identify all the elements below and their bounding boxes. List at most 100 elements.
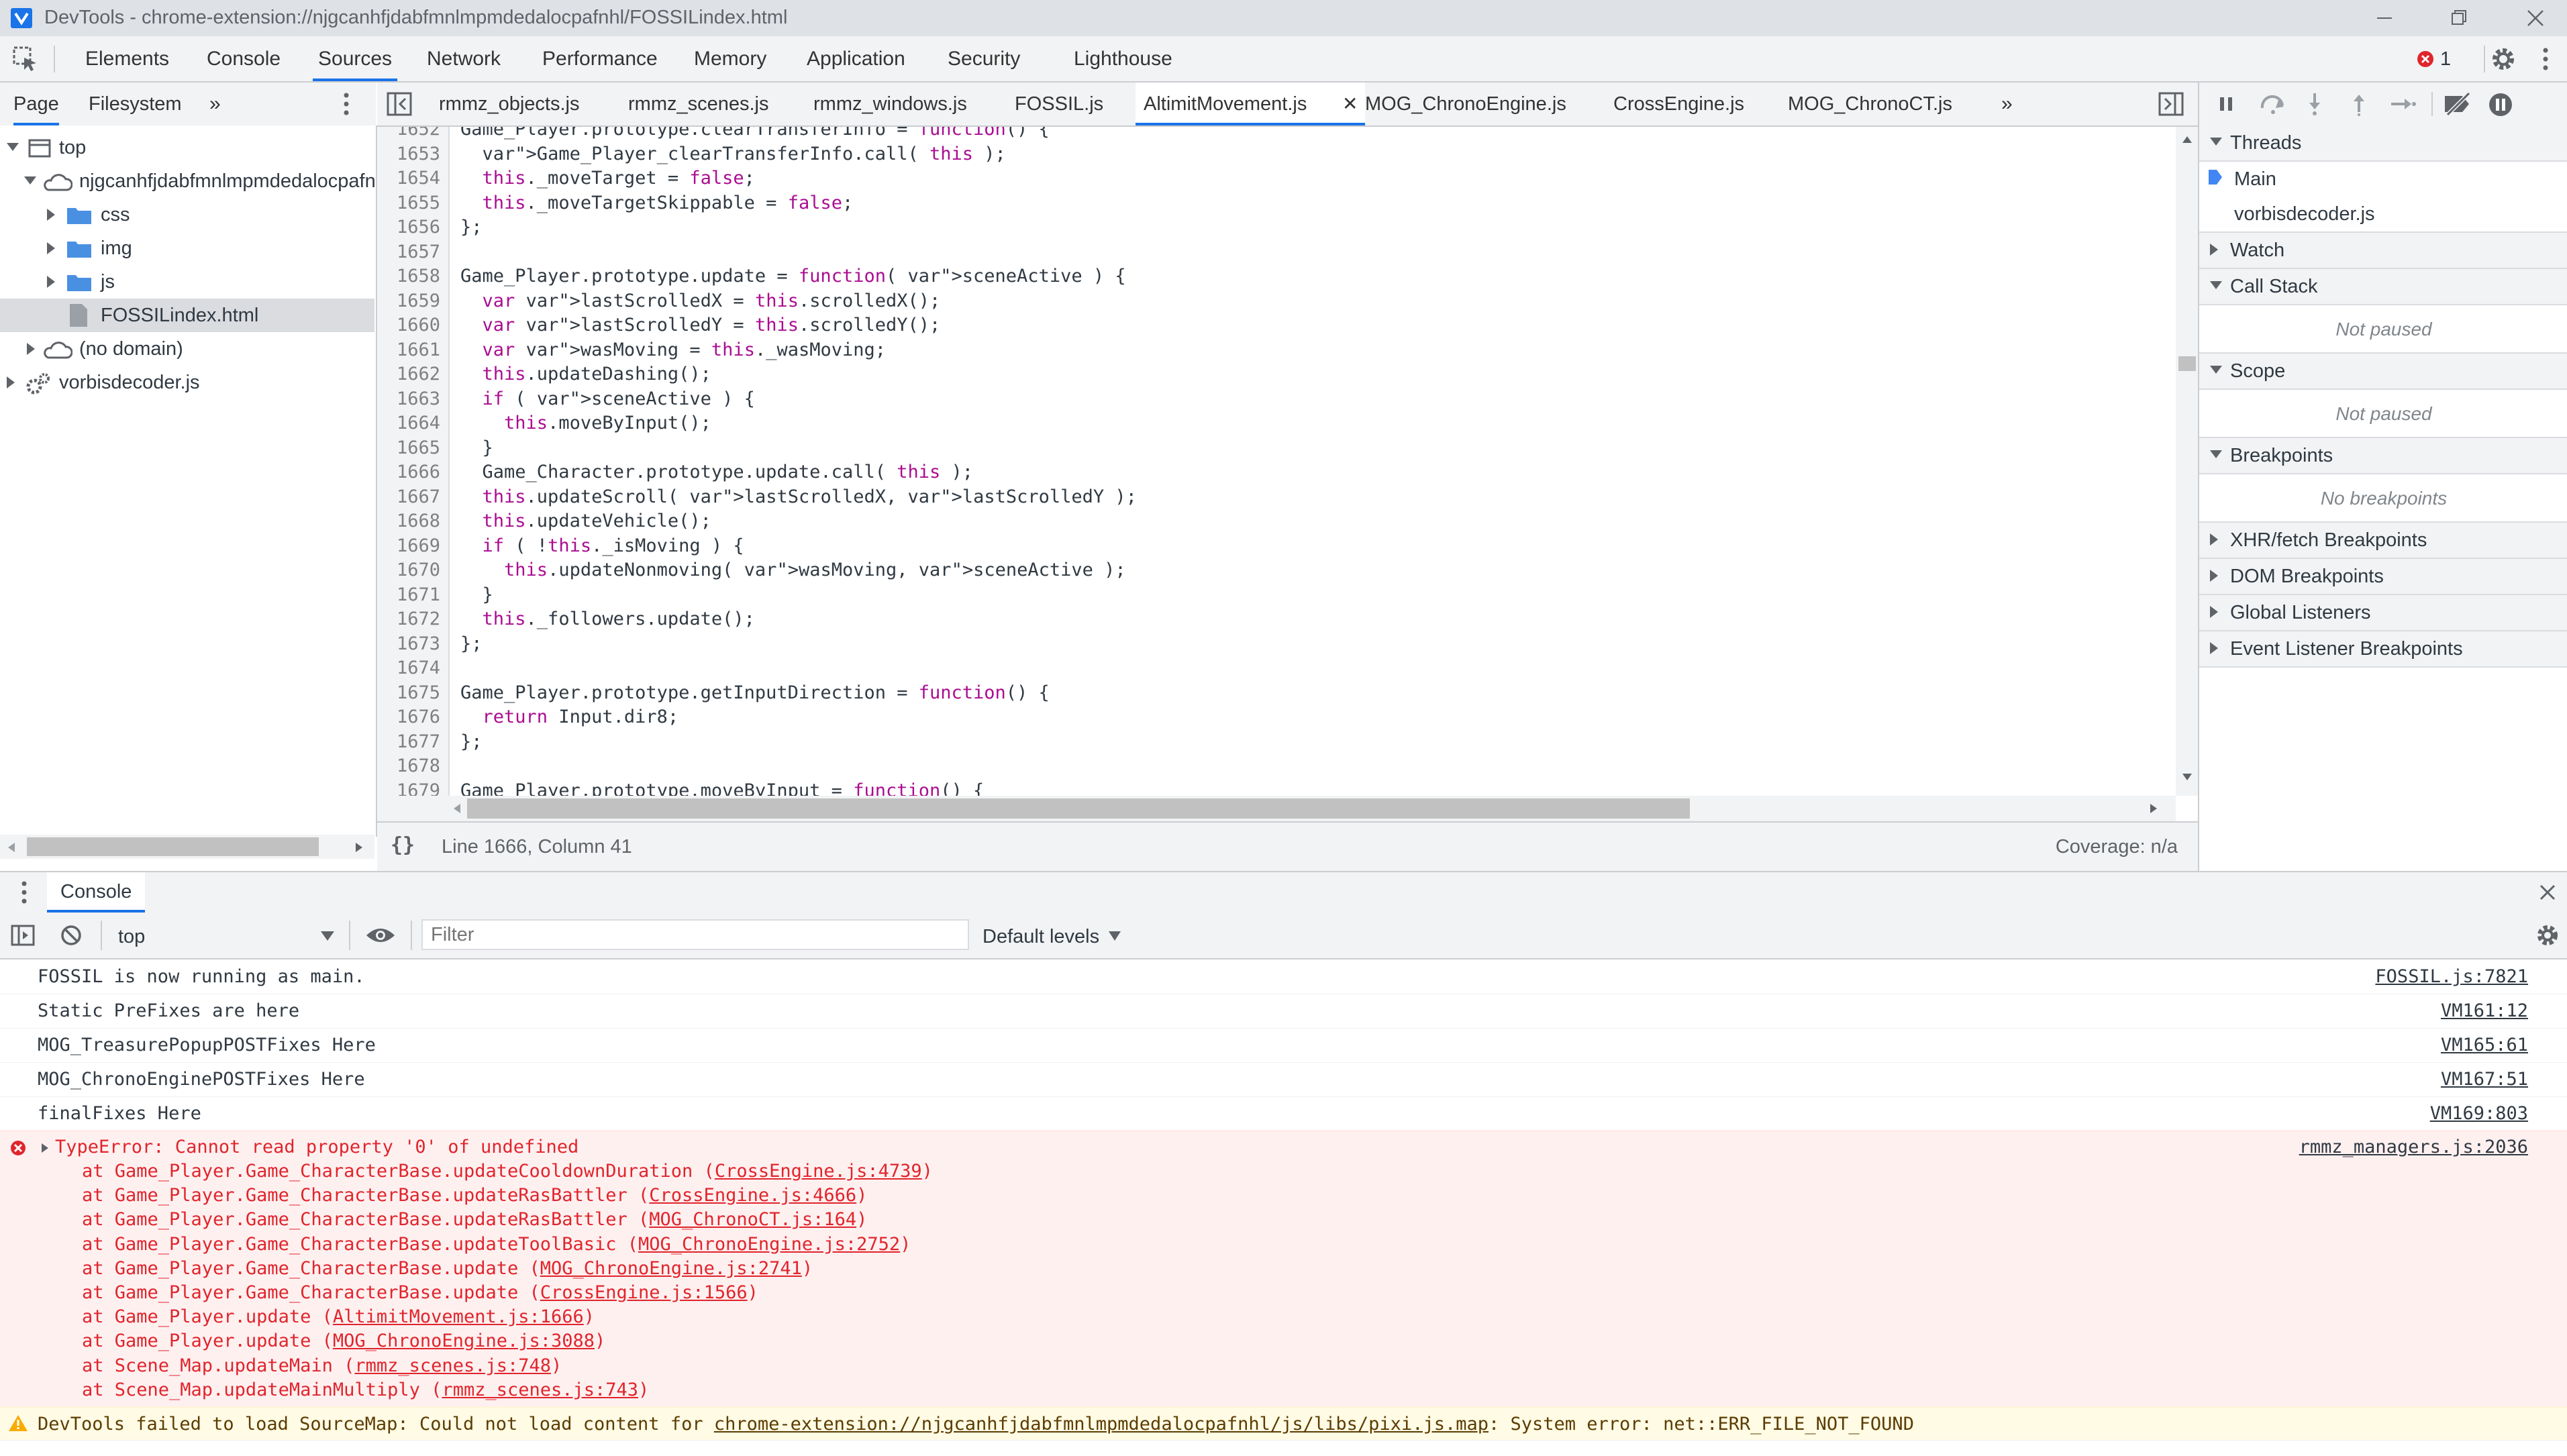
toggle-debugger-icon[interactable] — [2158, 92, 2184, 116]
stack-frame-link[interactable]: CrossEngine.js:4666 — [649, 1185, 856, 1206]
tab-page[interactable]: Page — [13, 83, 59, 125]
section-global-listeners[interactable]: Global Listeners — [2199, 595, 2567, 631]
line-number[interactable]: 1667 — [397, 486, 440, 507]
line-number[interactable]: 1673 — [397, 633, 440, 654]
sourcemap-link[interactable]: chrome-extension://njgcanhfjdabfmnlmpmde… — [714, 1414, 1489, 1435]
line-number[interactable]: 1670 — [397, 560, 440, 580]
section-dom-breakpoints[interactable]: DOM Breakpoints — [2199, 559, 2567, 595]
line-number[interactable]: 1654 — [397, 168, 440, 189]
console-source-link[interactable]: VM167:51 — [2441, 1069, 2528, 1090]
expand-triangle-icon[interactable] — [40, 1142, 50, 1154]
tree-item-origin[interactable]: njgcanhfjdabfmnlmpmdedalocpafnhl — [0, 164, 374, 198]
tab-application[interactable]: Application — [807, 36, 905, 81]
restore-icon[interactable] — [2443, 4, 2474, 32]
editor-tab-rmmz-scenes[interactable]: rmmz_scenes.js — [628, 83, 769, 125]
more-tabs-chevron-icon[interactable]: » — [209, 83, 221, 125]
pretty-print-icon[interactable]: {} — [391, 833, 415, 857]
tree-item-worker[interactable]: vorbisdecoder.js — [0, 366, 374, 399]
line-number[interactable]: 1661 — [397, 340, 440, 360]
stack-frame-link[interactable]: rmmz_scenes.js:748 — [354, 1355, 551, 1376]
tree-item-top[interactable]: top — [0, 131, 374, 164]
minimize-icon[interactable] — [2369, 4, 2400, 32]
pause-icon[interactable] — [2217, 95, 2235, 113]
tab-lighthouse[interactable]: Lighthouse — [1074, 36, 1172, 81]
line-number[interactable]: 1678 — [397, 756, 440, 776]
line-number[interactable]: 1671 — [397, 584, 440, 605]
step-icon[interactable] — [2390, 95, 2417, 113]
line-number[interactable]: 1652 — [397, 127, 440, 140]
console-source-link[interactable]: VM165:61 — [2441, 1035, 2528, 1055]
editor-tab-rmmz-objects[interactable]: rmmz_objects.js — [439, 83, 580, 125]
thread-main[interactable]: Main — [2199, 162, 2567, 197]
stack-frame-link[interactable]: MOG_ChronoEngine.js:2741 — [540, 1258, 802, 1279]
line-number[interactable]: 1676 — [397, 707, 440, 727]
sidebar-toggle-icon[interactable] — [11, 925, 35, 946]
toggle-navigator-icon[interactable] — [387, 92, 412, 116]
inspect-element-icon[interactable] — [12, 46, 39, 72]
console-settings-gear-icon[interactable] — [2534, 922, 2561, 949]
line-number[interactable]: 1656 — [397, 217, 440, 238]
section-threads[interactable]: Threads — [2199, 125, 2567, 162]
tab-memory[interactable]: Memory — [694, 36, 766, 81]
console-source-link[interactable]: VM169:803 — [2430, 1103, 2528, 1124]
line-number[interactable]: 1653 — [397, 144, 440, 164]
line-number[interactable]: 1655 — [397, 193, 440, 213]
editor-hscroll[interactable] — [377, 796, 2176, 821]
tree-folder-img[interactable]: img — [0, 231, 374, 265]
editor-vscroll[interactable] — [2176, 127, 2198, 796]
section-event-listener-breakpoints[interactable]: Event Listener Breakpoints — [2199, 631, 2567, 668]
editor-tab-altimit-movement[interactable]: AltimitMovement.js ✕ — [1136, 83, 1365, 125]
line-number[interactable]: 1677 — [397, 731, 440, 752]
stack-frame-link[interactable]: CrossEngine.js:1566 — [540, 1282, 748, 1303]
section-breakpoints[interactable]: Breakpoints — [2199, 438, 2567, 474]
drawer-tab-console[interactable]: Console — [47, 872, 146, 913]
pause-on-exceptions-icon[interactable] — [2488, 92, 2513, 117]
step-over-icon[interactable] — [2258, 93, 2288, 115]
close-tab-icon[interactable]: ✕ — [1342, 83, 1358, 125]
line-number[interactable]: 1675 — [397, 682, 440, 703]
stack-frame-link[interactable]: AltimitMovement.js:1666 — [333, 1306, 584, 1327]
line-number[interactable]: 1665 — [397, 437, 440, 458]
deactivate-breakpoints-icon[interactable] — [2442, 92, 2473, 116]
tree-folder-css[interactable]: css — [0, 198, 374, 231]
line-number[interactable]: 1658 — [397, 266, 440, 287]
navigator-menu-icon[interactable] — [341, 92, 352, 116]
code-editor[interactable]: 1652 1653 1654 1655 1656 1657 1658 1659 1660 1661… — [377, 127, 2198, 821]
line-number[interactable]: 1663 — [397, 388, 440, 409]
stack-frame-link[interactable]: rmmz_scenes.js:743 — [442, 1380, 638, 1400]
editor-tab-rmmz-windows[interactable]: rmmz_windows.js — [813, 83, 967, 125]
tree-item-no-domain[interactable]: (no domain) — [0, 332, 374, 366]
close-window-icon[interactable] — [2520, 4, 2551, 32]
tab-performance[interactable]: Performance — [542, 36, 658, 81]
tab-filesystem[interactable]: Filesystem — [89, 83, 182, 125]
tab-elements[interactable]: Elements — [85, 36, 169, 81]
section-call-stack[interactable]: Call Stack — [2199, 269, 2567, 305]
tree-file-index[interactable]: FOSSILindex.html — [0, 299, 374, 332]
section-watch[interactable]: Watch — [2199, 233, 2567, 269]
stack-frame-link[interactable]: CrossEngine.js:4739 — [715, 1161, 922, 1182]
section-scope[interactable]: Scope — [2199, 354, 2567, 390]
console-source-link[interactable]: VM161:12 — [2441, 1000, 2528, 1021]
clear-console-icon[interactable] — [60, 925, 82, 946]
tab-network[interactable]: Network — [427, 36, 501, 81]
live-expression-eye-icon[interactable] — [365, 926, 396, 945]
line-number[interactable]: 1672 — [397, 609, 440, 629]
stack-frame-link[interactable]: MOG_ChronoEngine.js:3088 — [333, 1331, 595, 1351]
editor-tab-crossengine[interactable]: CrossEngine.js — [1613, 83, 1744, 125]
tab-sources[interactable]: Sources — [312, 36, 398, 81]
line-number[interactable]: 1659 — [397, 291, 440, 311]
editor-tab-mog-chronoengine[interactable]: MOG_ChronoEngine.js — [1365, 83, 1566, 125]
error-counter[interactable]: 1 — [2416, 47, 2451, 71]
console-filter-input[interactable] — [421, 919, 969, 950]
line-number[interactable]: 1657 — [397, 242, 440, 262]
navigator-hscroll[interactable] — [0, 835, 374, 859]
console-source-link[interactable]: FOSSIL.js:7821 — [2375, 966, 2528, 987]
console-source-link[interactable]: rmmz_managers.js:2036 — [2299, 1137, 2528, 1157]
line-number[interactable]: 1674 — [397, 658, 440, 678]
line-number[interactable]: 1668 — [397, 511, 440, 531]
line-number[interactable]: 1664 — [397, 413, 440, 433]
step-out-icon[interactable] — [2350, 92, 2368, 116]
editor-tab-mog-chronoct[interactable]: MOG_ChronoCT.js — [1788, 83, 1952, 125]
context-selector[interactable]: top — [107, 918, 342, 953]
section-xhr-breakpoints[interactable]: XHR/fetch Breakpoints — [2199, 523, 2567, 559]
